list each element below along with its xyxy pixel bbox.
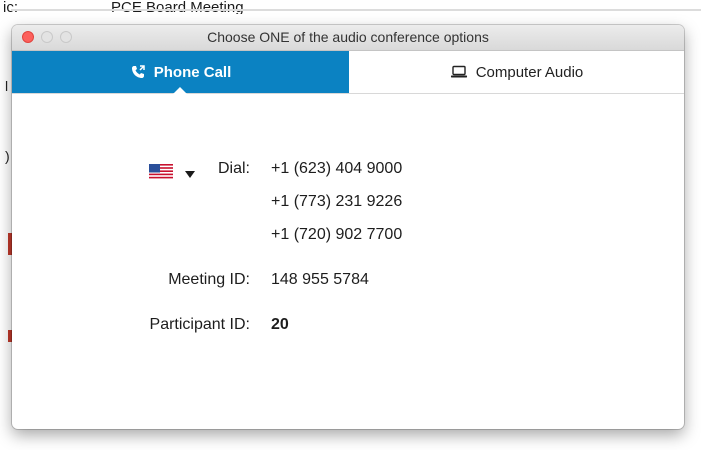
audio-options-dialog: Choose ONE of the audio conference optio… bbox=[12, 25, 684, 429]
tab-computer-audio[interactable]: Computer Audio bbox=[349, 51, 684, 93]
phone-icon bbox=[130, 64, 146, 80]
chevron-down-icon bbox=[185, 171, 195, 178]
dial-number: +1 (720) 902 7700 bbox=[271, 226, 403, 243]
tab-phone-call[interactable]: Phone Call bbox=[12, 51, 349, 94]
country-selector[interactable] bbox=[149, 164, 195, 185]
background-glyph: l bbox=[5, 78, 9, 94]
meeting-id-value: 148 955 5784 bbox=[271, 271, 369, 288]
window-controls bbox=[22, 31, 72, 43]
close-window-button[interactable] bbox=[22, 31, 34, 43]
us-flag-icon bbox=[149, 164, 173, 185]
dial-number: +1 (623) 404 9000 bbox=[271, 160, 403, 177]
tab-phone-call-label: Phone Call bbox=[153, 63, 232, 81]
participant-id-value: 20 bbox=[271, 316, 289, 333]
meeting-id-label: Meeting ID: bbox=[168, 271, 250, 288]
background-topic-value: PCE Board Meeting bbox=[111, 0, 244, 14]
tab-computer-audio-label: Computer Audio bbox=[475, 63, 584, 81]
background-glyph: ) bbox=[5, 148, 10, 164]
title-bar[interactable]: Choose ONE of the audio conference optio… bbox=[12, 25, 684, 51]
background-divider bbox=[11, 9, 701, 11]
dialog-title: Choose ONE of the audio conference optio… bbox=[207, 29, 489, 45]
participant-id-label: Participant ID: bbox=[149, 316, 250, 333]
audio-option-tabs: Phone Call Computer Audio bbox=[12, 51, 684, 94]
background-topic-key: ic: bbox=[3, 0, 18, 14]
phone-call-panel: Dial: +1 (623) 404 9000 +1 (773) 231 922… bbox=[12, 94, 684, 429]
background-topic-row: ic: PCE Board Meeting bbox=[0, 0, 400, 14]
zoom-window-button[interactable] bbox=[60, 31, 72, 43]
laptop-icon bbox=[450, 65, 468, 79]
minimize-window-button[interactable] bbox=[41, 31, 53, 43]
dial-label: Dial: bbox=[217, 160, 250, 177]
dial-number: +1 (773) 231 9226 bbox=[271, 193, 403, 210]
